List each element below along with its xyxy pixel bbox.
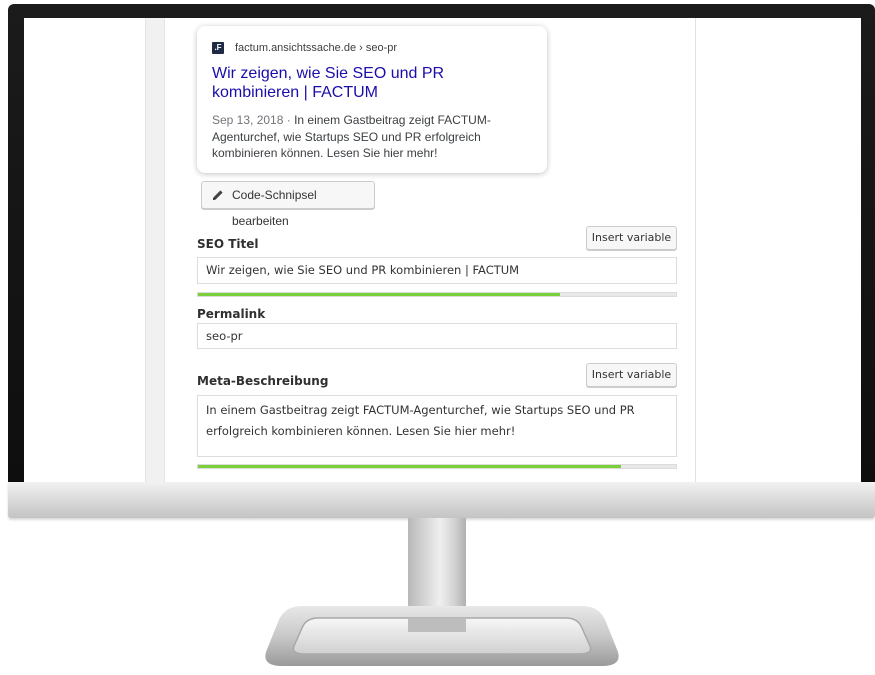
edit-snippet-button[interactable]: Code-Schnipsel bearbeiten: [201, 181, 375, 228]
left-gutter: [145, 18, 165, 488]
seo-title-label: SEO Titel: [197, 237, 259, 251]
pencil-icon: [213, 190, 223, 200]
monitor-screen: .F factum.ansichtssache.de › seo-pr Wir …: [24, 18, 861, 488]
meta-description-progress-bar: [197, 464, 677, 469]
monitor-bezel: .F factum.ansichtssache.de › seo-pr Wir …: [8, 4, 875, 488]
permalink-input[interactable]: seo-pr: [197, 323, 677, 349]
seo-title-input[interactable]: Wir zeigen, wie Sie SEO und PR kombinier…: [197, 257, 677, 284]
snippet-date-separator: ·: [283, 113, 295, 127]
permalink-label: Permalink: [197, 307, 266, 321]
site-favicon-icon: .F: [212, 42, 224, 54]
snippet-url: factum.ansichtssache.de › seo-pr: [235, 42, 398, 54]
edit-snippet-label: Code-Schnipsel bearbeiten: [232, 188, 317, 228]
snippet-date: Sep 13, 2018: [212, 113, 284, 127]
meta-description-label: Meta-Beschreibung: [197, 374, 329, 388]
seo-title-insert-variable-button[interactable]: Insert variable: [586, 226, 677, 250]
seo-title-progress-bar: [197, 292, 677, 297]
snippet-description: Sep 13, 2018 · In einem Gastbeitrag zeig…: [212, 112, 534, 162]
meta-description-progress-fill: [198, 465, 622, 468]
right-divider: [695, 18, 696, 488]
snippet-title[interactable]: Wir zeigen, wie Sie SEO und PR kombinier…: [212, 64, 532, 102]
seo-title-progress-fill: [198, 293, 560, 296]
meta-description-textarea[interactable]: In einem Gastbeitrag zeigt FACTUM-Agentu…: [197, 395, 677, 457]
search-snippet-preview: .F factum.ansichtssache.de › seo-pr Wir …: [197, 26, 547, 173]
meta-description-insert-variable-button[interactable]: Insert variable: [586, 363, 677, 387]
monitor-stand-base: [265, 606, 619, 666]
monitor-chin: [8, 482, 875, 518]
